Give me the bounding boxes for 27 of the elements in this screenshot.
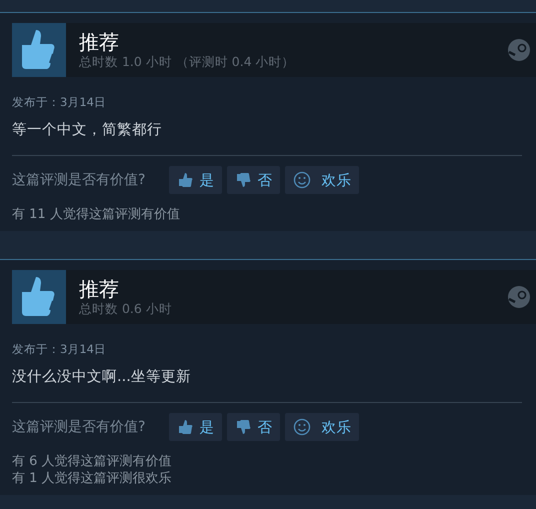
review-text: 没什么没中文啊...坐等更新 [12,368,192,386]
thumbs-down-icon [235,419,254,435]
funny-vote-button[interactable]: 欢乐 [285,166,360,194]
review-verdict: 推荐 [79,276,120,300]
vote-count-text: 有 11 人觉得这篇评测有价值 [12,206,181,223]
playtime-text: 总时数 0.6 小时 [79,300,173,318]
helpful-prompt: 这篇评测是否有价值? [12,171,146,189]
funny-vote-button[interactable]: 欢乐 [285,413,360,441]
vote-count-text: 有 1 人觉得这篇评测很欢乐 [12,470,173,487]
posted-date: 发布于：3月14日 [12,95,107,110]
review-verdict: 推荐 [79,30,120,54]
no-vote-button[interactable]: 否 [227,413,280,441]
playtime-text: 总时数 1.0 小时 （评测时 0.4 小时） [79,54,296,70]
smiley-icon [293,418,312,436]
thumbs-down-icon [235,172,254,188]
vote-count-text: 有 6 人觉得这篇评测有价值 [12,453,173,470]
yes-vote-button[interactable]: 是 [169,413,222,441]
steam-icon [508,39,530,61]
thumbs-up-icon [177,172,196,188]
yes-vote-button[interactable]: 是 [169,166,222,194]
posted-date: 发布于：3月14日 [12,342,107,357]
steam-icon [508,286,530,308]
thumbs-up-icon [177,419,196,435]
smiley-icon [293,171,312,189]
review-text: 等一个中文，简繁都行 [12,121,163,139]
no-vote-button[interactable]: 否 [227,166,280,194]
helpful-prompt: 这篇评测是否有价值? [12,418,146,436]
